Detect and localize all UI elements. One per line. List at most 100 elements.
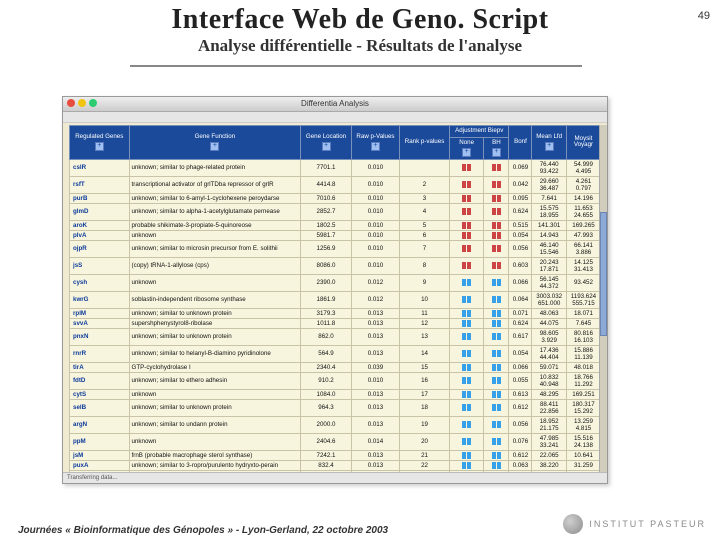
cell-gene[interactable]: puxA (70, 460, 130, 470)
table-row[interactable]: kwrGsoblastin-independent ribosome synth… (70, 291, 601, 308)
table-row[interactable]: glmDunknown; similar to alpha-1-acetylgl… (70, 203, 601, 220)
table-row[interactable]: argNunknown; similar to undann protein20… (70, 416, 601, 433)
table-row[interactable]: cslRunknown; similar to phage-related pr… (70, 159, 601, 176)
scrollbar-thumb[interactable] (600, 212, 607, 336)
col-rank-pvalues[interactable]: Rank p-values (400, 126, 450, 160)
cell-bars[interactable] (449, 274, 483, 291)
col-bonf[interactable]: Bonf (509, 126, 532, 160)
cell-gene[interactable]: pnxN (70, 328, 130, 345)
cell-gene[interactable]: cytS (70, 389, 130, 399)
cell-bars[interactable] (449, 433, 483, 450)
cell-bh[interactable] (484, 159, 509, 176)
cell-gene[interactable]: tirA (70, 362, 130, 372)
cell-bh[interactable] (484, 450, 509, 460)
cell-bars[interactable] (449, 362, 483, 372)
col-raw-pvalues[interactable]: Raw p-Values+ (351, 126, 399, 160)
cell-bh[interactable] (484, 193, 509, 203)
cell-bh[interactable] (484, 240, 509, 257)
table-row[interactable]: svvAsupershphenystyrol8-ribolase1011.80.… (70, 318, 601, 328)
cell-bars[interactable] (449, 176, 483, 193)
cell-bars[interactable] (449, 240, 483, 257)
cell-gene[interactable]: cslR (70, 159, 130, 176)
col-bh[interactable]: BH+ (484, 137, 509, 159)
cell-bh[interactable] (484, 399, 509, 416)
cell-bh[interactable] (484, 460, 509, 470)
cell-gene[interactable]: fdtD (70, 372, 130, 389)
table-row[interactable]: puxAunknown; similar to 3-ropro/purulent… (70, 460, 601, 470)
cell-bh[interactable] (484, 372, 509, 389)
cell-bars[interactable] (449, 318, 483, 328)
cell-bh[interactable] (484, 176, 509, 193)
minimize-icon[interactable] (78, 99, 86, 107)
cell-gene[interactable]: cysh (70, 274, 130, 291)
table-row[interactable]: purBunknown; similar to 6-amyl-1-cyclohe… (70, 193, 601, 203)
cell-bars[interactable] (449, 328, 483, 345)
table-row[interactable]: ojpRunknown; similar to microsin precurs… (70, 240, 601, 257)
cell-gene[interactable]: selB (70, 399, 130, 416)
cell-bars[interactable] (449, 159, 483, 176)
table-row[interactable]: rnrRunknown; similar to helanyl-B-diamin… (70, 345, 601, 362)
table-row[interactable]: fdtDunknown; similar to ethero adhesin91… (70, 372, 601, 389)
cell-gene[interactable]: kwrG (70, 291, 130, 308)
cell-gene[interactable]: aroK (70, 220, 130, 230)
col-regulated-genes[interactable]: Regulated Genes+ (70, 126, 130, 160)
cell-bars[interactable] (449, 257, 483, 274)
table-row[interactable]: selBunknown; similar to unknown protein9… (70, 399, 601, 416)
cell-bh[interactable] (484, 416, 509, 433)
close-icon[interactable] (67, 99, 75, 107)
cell-gene[interactable]: argN (70, 416, 130, 433)
col-moy-vincent[interactable]: MoysitVoyagr (566, 126, 600, 160)
maximize-icon[interactable] (89, 99, 97, 107)
table-row[interactable]: cyshunknown2390.00.01290.06656.14544.372… (70, 274, 601, 291)
col-mean-lfd[interactable]: Mean Lfd+ (532, 126, 567, 160)
cell-gene[interactable]: glmD (70, 203, 130, 220)
table-row[interactable]: ppMunknown2404.60.014200.07647.98533.241… (70, 433, 601, 450)
cell-bh[interactable] (484, 308, 509, 318)
cell-bars[interactable] (449, 460, 483, 470)
cell-bh[interactable] (484, 318, 509, 328)
cell-bars[interactable] (449, 389, 483, 399)
cell-bars[interactable] (449, 230, 483, 240)
cell-bars[interactable] (449, 416, 483, 433)
cell-gene[interactable]: rnrR (70, 345, 130, 362)
cell-gene[interactable]: jsM (70, 450, 130, 460)
cell-gene[interactable]: jsS (70, 257, 130, 274)
cell-bh[interactable] (484, 389, 509, 399)
cell-bars[interactable] (449, 450, 483, 460)
table-row[interactable]: aroKprobable shikimate-3-propiate-5-quin… (70, 220, 601, 230)
table-row[interactable]: cytSunknown1084.00.013170.61348.295169.2… (70, 389, 601, 399)
col-gene-location[interactable]: Gene Location+ (301, 126, 352, 160)
cell-gene[interactable]: ppM (70, 433, 130, 450)
table-row[interactable]: jsS(copy) tRNA-1-allylose (cps)8086.00.0… (70, 257, 601, 274)
cell-bars[interactable] (449, 345, 483, 362)
vertical-scrollbar[interactable] (599, 125, 607, 473)
table-row[interactable]: rplMunknown; similar to unknown protein3… (70, 308, 601, 318)
cell-bars[interactable] (449, 220, 483, 230)
cell-bh[interactable] (484, 220, 509, 230)
cell-bars[interactable] (449, 372, 483, 389)
table-row[interactable]: jsMfrnB (probable macrophage sterol synt… (70, 450, 601, 460)
table-row[interactable]: pnxNunknown; similar to unknown protein8… (70, 328, 601, 345)
cell-bh[interactable] (484, 362, 509, 372)
table-row[interactable]: rsfTtranscriptional activator of grlTDba… (70, 176, 601, 193)
col-gene-function[interactable]: Gene Function+ (129, 126, 301, 160)
cell-bars[interactable] (449, 308, 483, 318)
cell-bh[interactable] (484, 345, 509, 362)
cell-gene[interactable]: rplM (70, 308, 130, 318)
cell-bh[interactable] (484, 257, 509, 274)
cell-gene[interactable]: purB (70, 193, 130, 203)
cell-bars[interactable] (449, 291, 483, 308)
table-row[interactable]: plvAunknown5981.70.01060.05414.94347.993 (70, 230, 601, 240)
cell-bars[interactable] (449, 399, 483, 416)
cell-bh[interactable] (484, 291, 509, 308)
col-none[interactable]: None+ (449, 137, 483, 159)
cell-bh[interactable] (484, 328, 509, 345)
cell-gene[interactable]: rsfT (70, 176, 130, 193)
cell-gene[interactable]: ojpR (70, 240, 130, 257)
cell-bh[interactable] (484, 203, 509, 220)
cell-bh[interactable] (484, 433, 509, 450)
cell-bh[interactable] (484, 274, 509, 291)
table-row[interactable]: tirAGTP-cyclohydrolase I2340.40.039150.0… (70, 362, 601, 372)
cell-bars[interactable] (449, 193, 483, 203)
cell-gene[interactable]: svvA (70, 318, 130, 328)
